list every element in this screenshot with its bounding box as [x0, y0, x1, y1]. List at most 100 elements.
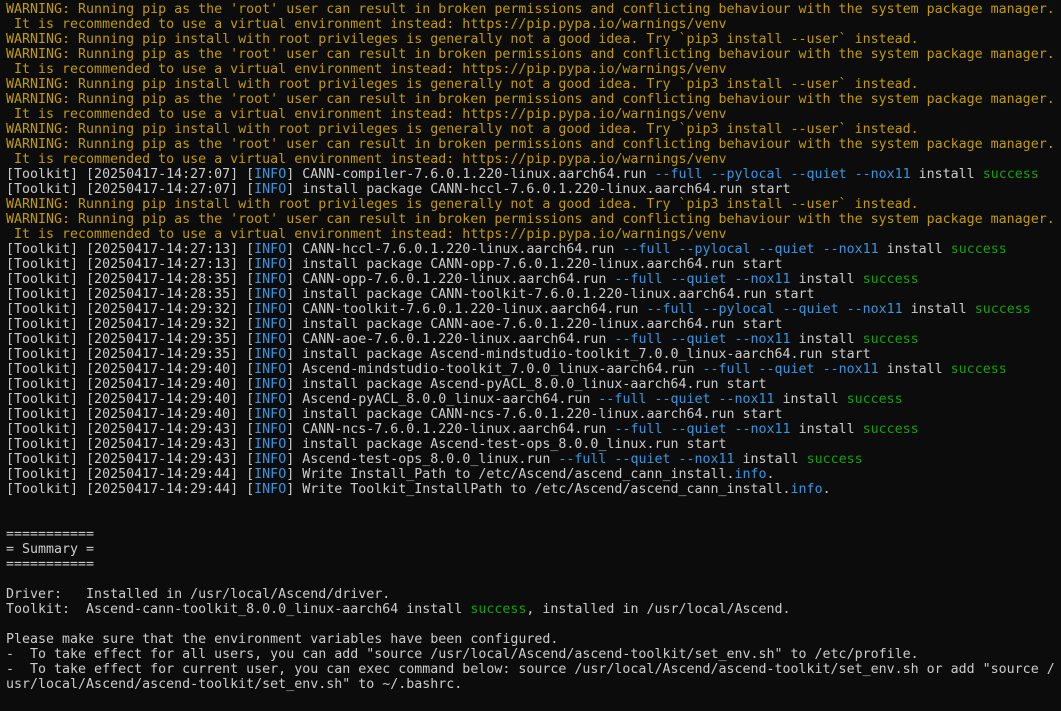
terminal-text-warning: It is recommended to use a virtual envir…	[6, 152, 727, 167]
terminal-line: Toolkit: Ascend-cann-toolkit_8.0.0_linux…	[6, 602, 1061, 617]
terminal-line: It is recommended to use a virtual envir…	[6, 107, 1061, 122]
terminal-text-default: ] CANN-toolkit-7.6.0.1.220-linux.aarch64…	[286, 302, 647, 317]
terminal-line: [Toolkit] [20250417-14:29:32] [INFO] CAN…	[6, 302, 1061, 317]
terminal-text-warning: It is recommended to use a virtual envir…	[6, 17, 727, 32]
terminal-text-info: INFO	[254, 392, 287, 407]
terminal-text-default: [Toolkit] [20250417-14:28:35] [	[6, 287, 255, 302]
terminal-text-info: info	[734, 467, 767, 482]
terminal-text-default: ] CANN-ncs-7.6.0.1.220-linux.aarch64.run	[286, 422, 615, 437]
terminal-text-default: ] install package Ascend-pyACL_8.0.0_lin…	[286, 377, 767, 392]
terminal-line: ===========	[6, 557, 1061, 572]
terminal-text-warning: It is recommended to use a virtual envir…	[6, 62, 727, 77]
terminal-text-default: ] install package CANN-ncs-7.6.0.1.220-l…	[286, 407, 783, 422]
terminal-text-default: ===========	[6, 527, 95, 542]
terminal-text-default: [Toolkit] [20250417-14:28:35] [	[6, 272, 255, 287]
terminal-text-default: install	[902, 302, 975, 317]
terminal-text-success: success	[470, 602, 527, 617]
terminal-line: [Toolkit] [20250417-14:27:13] [INFO] CAN…	[6, 242, 1061, 257]
terminal-text-default: install	[910, 167, 983, 182]
terminal-text-success: success	[982, 167, 1039, 182]
terminal-line: WARNING: Running pip install with root p…	[6, 32, 1061, 47]
terminal-text-default: ] Ascend-test-ops_8.0.0_linux.run	[286, 452, 559, 467]
terminal-text-cmd: --full --quiet --nox11	[558, 452, 735, 467]
terminal-text-default: install	[878, 242, 951, 257]
terminal-text-warning: WARNING: Running pip as the 'root' user …	[6, 92, 1055, 107]
terminal-text-default: [Toolkit] [20250417-14:29:44] [	[6, 482, 255, 497]
terminal-text-info: INFO	[254, 302, 287, 317]
terminal-text-info: INFO	[254, 407, 287, 422]
terminal-text-warning: It is recommended to use a virtual envir…	[6, 107, 727, 122]
terminal-text-info: INFO	[254, 347, 287, 362]
terminal-text-default: [Toolkit] [20250417-14:29:40] [	[6, 407, 255, 422]
terminal-line: WARNING: Running pip as the 'root' user …	[6, 47, 1061, 62]
terminal-text-default: [Toolkit] [20250417-14:27:07] [	[6, 167, 255, 182]
terminal-text-success: success	[974, 302, 1031, 317]
terminal-text-success: success	[846, 392, 903, 407]
terminal-text-default: ] CANN-compiler-7.6.0.1.220-linux.aarch6…	[286, 167, 655, 182]
terminal-text-info: INFO	[254, 332, 287, 347]
terminal-line: [Toolkit] [20250417-14:27:07] [INFO] ins…	[6, 182, 1061, 197]
terminal-text-default: [Toolkit] [20250417-14:27:07] [	[6, 182, 255, 197]
terminal-text-info: INFO	[254, 437, 287, 452]
terminal-text-default: - To take effect for all users, you can …	[6, 647, 919, 662]
terminal-line: WARNING: Running pip install with root p…	[6, 122, 1061, 137]
terminal-line: WARNING: Running pip as the 'root' user …	[6, 2, 1061, 17]
terminal-text-warning: WARNING: Running pip install with root p…	[6, 32, 919, 47]
terminal-text-warning: WARNING: Running pip install with root p…	[6, 122, 919, 137]
terminal-text-warning: WARNING: Running pip as the 'root' user …	[6, 137, 1055, 152]
terminal-text-default: [Toolkit] [20250417-14:29:43] [	[6, 437, 255, 452]
terminal-line: [Toolkit] [20250417-14:28:35] [INFO] ins…	[6, 287, 1061, 302]
terminal-text-info: INFO	[254, 422, 287, 437]
terminal-text-success: success	[862, 332, 919, 347]
terminal-output[interactable]: WARNING: Running pip as the 'root' user …	[0, 0, 1061, 711]
terminal-text-cmd: --full --pylocal --quiet --nox11	[654, 167, 911, 182]
terminal-text-warning: WARNING: Running pip as the 'root' user …	[6, 2, 1055, 17]
terminal-line: ===========	[6, 527, 1061, 542]
terminal-line: [Toolkit] [20250417-14:29:35] [INFO] ins…	[6, 347, 1061, 362]
terminal-line: [Toolkit] [20250417-14:29:43] [INFO] CAN…	[6, 422, 1061, 437]
terminal-text-default: ] CANN-opp-7.6.0.1.220-linux.aarch64.run	[286, 272, 615, 287]
terminal-line: [Toolkit] [20250417-14:29:40] [INFO] ins…	[6, 377, 1061, 392]
terminal-text-default: .	[822, 482, 831, 497]
terminal-line: [Toolkit] [20250417-14:29:32] [INFO] ins…	[6, 317, 1061, 332]
terminal-text-warning: WARNING: Running pip install with root p…	[6, 77, 919, 92]
terminal-text-default: [Toolkit] [20250417-14:29:43] [	[6, 452, 255, 467]
terminal-text-default: ] Write Toolkit_InstallPath to /etc/Asce…	[286, 482, 791, 497]
terminal-text-cmd: --full --pylocal --quiet --nox11	[622, 242, 879, 257]
terminal-text-info: INFO	[254, 242, 287, 257]
terminal-text-cmd: --full --quiet --nox11	[614, 272, 791, 287]
terminal-text-cmd: --full --quiet --nox11	[702, 362, 879, 377]
terminal-text-success: success	[950, 242, 1007, 257]
terminal-text-info: INFO	[254, 272, 287, 287]
terminal-line: WARNING: Running pip as the 'root' user …	[6, 92, 1061, 107]
terminal-text-default: install	[790, 272, 863, 287]
terminal-text-default: [Toolkit] [20250417-14:29:40] [	[6, 377, 255, 392]
terminal-text-info: INFO	[254, 182, 287, 197]
terminal-line: - To take effect for current user, you c…	[6, 662, 1061, 677]
terminal-line: It is recommended to use a virtual envir…	[6, 62, 1061, 77]
terminal-text-cmd: --full --pylocal --quiet --nox11	[646, 302, 903, 317]
terminal-line: Please make sure that the environment va…	[6, 632, 1061, 647]
terminal-line: = Summary =	[6, 542, 1061, 557]
terminal-text-default: install	[774, 392, 847, 407]
terminal-line: WARNING: Running pip as the 'root' user …	[6, 212, 1061, 227]
terminal-text-default: usr/local/Ascend/ascend-toolkit/set_env.…	[6, 677, 463, 692]
terminal-line: It is recommended to use a virtual envir…	[6, 17, 1061, 32]
terminal-text-info: INFO	[254, 482, 287, 497]
terminal-text-default: [Toolkit] [20250417-14:29:35] [	[6, 332, 255, 347]
terminal-line: [Toolkit] [20250417-14:28:35] [INFO] CAN…	[6, 272, 1061, 287]
terminal-line: It is recommended to use a virtual envir…	[6, 152, 1061, 167]
terminal-line: It is recommended to use a virtual envir…	[6, 227, 1061, 242]
terminal-line: [Toolkit] [20250417-14:29:44] [INFO] Wri…	[6, 467, 1061, 482]
terminal-text-success: success	[862, 272, 919, 287]
terminal-text-default: install	[790, 332, 863, 347]
terminal-text-default: [Toolkit] [20250417-14:29:40] [	[6, 392, 255, 407]
terminal-text-default: [Toolkit] [20250417-14:29:40] [	[6, 362, 255, 377]
terminal-line: WARNING: Running pip install with root p…	[6, 197, 1061, 212]
terminal-text-info: INFO	[254, 362, 287, 377]
terminal-text-default: install	[878, 362, 951, 377]
terminal-text-default: , installed in /usr/local/Ascend.	[526, 602, 791, 617]
terminal-text-default: ] install package CANN-aoe-7.6.0.1.220-l…	[286, 317, 783, 332]
